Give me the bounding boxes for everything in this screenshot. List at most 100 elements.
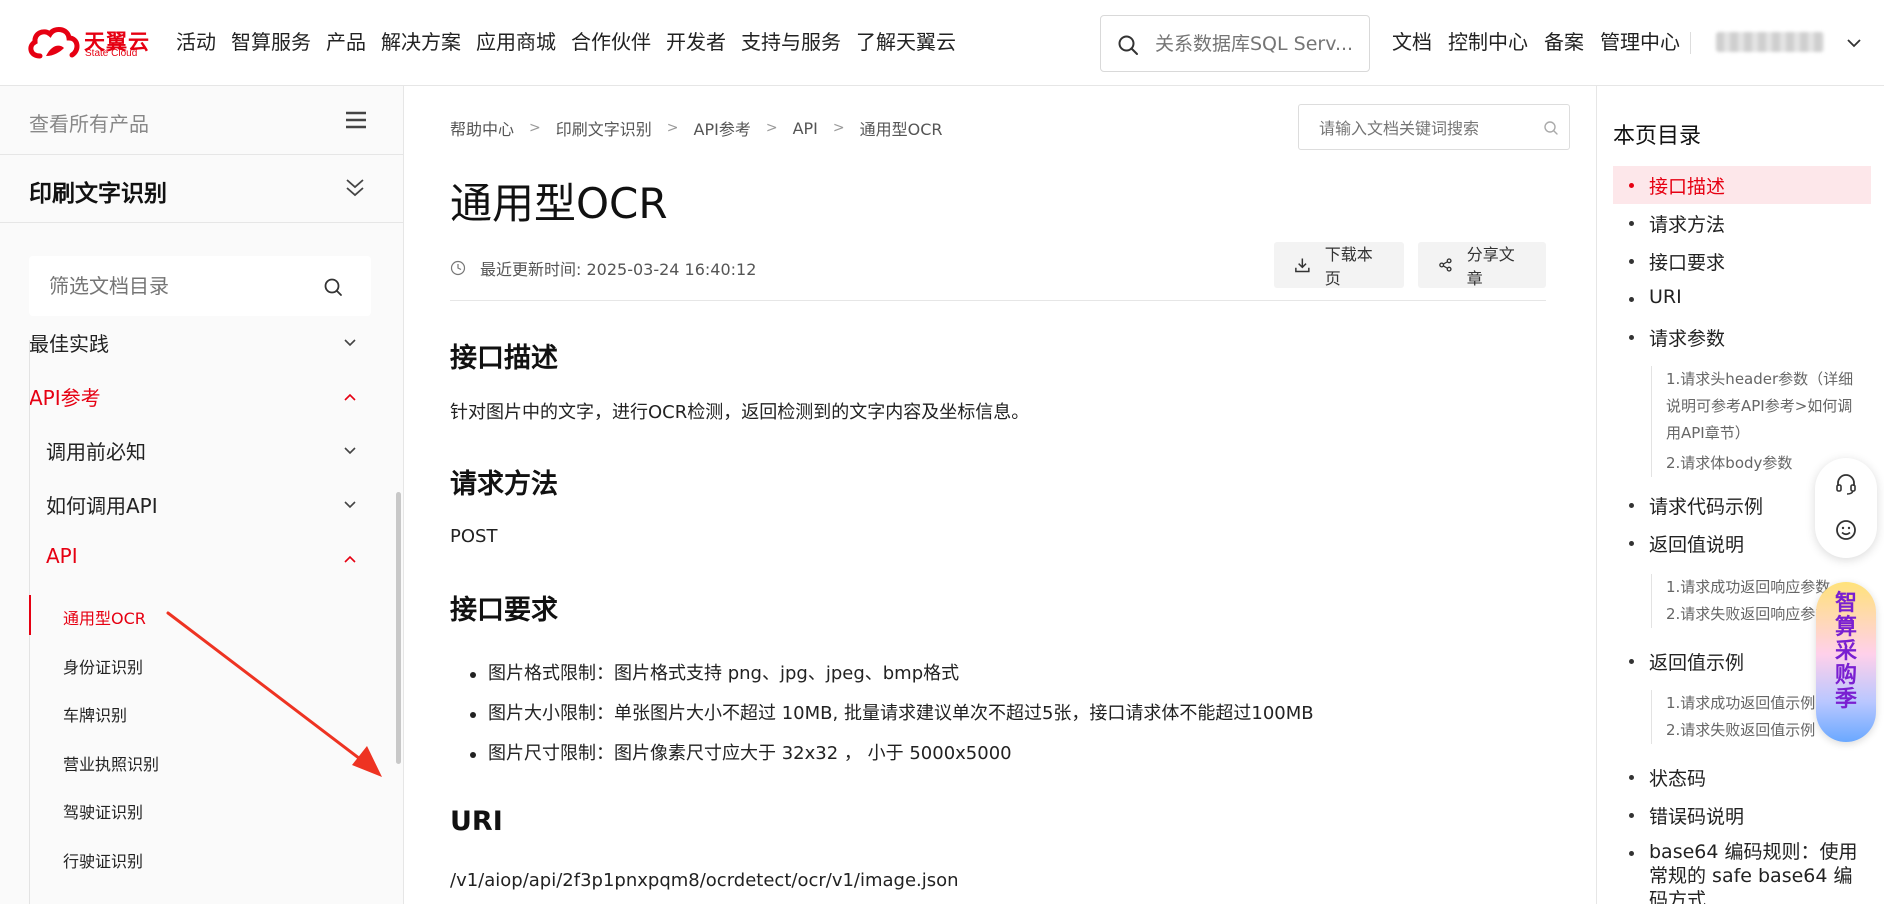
brand-logo[interactable]: 天翼云 State Cloud — [26, 24, 151, 62]
leaf-license-plate[interactable]: 车牌识别 — [30, 692, 392, 732]
doc-search-input[interactable] — [1319, 115, 1529, 141]
leaf-vehicle-license[interactable]: 行驶证识别 — [30, 838, 392, 878]
breadcrumb-help-center[interactable]: 帮助中心 — [450, 116, 514, 140]
last-updated: 最近更新时间: 2025-03-24 16:40:12 — [450, 256, 756, 280]
link-console[interactable]: 控制中心 — [1448, 28, 1528, 56]
chevron-down-icon[interactable] — [1845, 34, 1863, 52]
divider — [1690, 32, 1691, 54]
toc-item-requirements[interactable]: 接口要求 — [1613, 242, 1871, 280]
section-text-uri: /v1/aiop/api/2f3p1pnxpqm8/ocrdetect/ocr/… — [450, 870, 959, 891]
toc-item-label: 接口要求 — [1649, 252, 1726, 274]
section-title-uri: URI — [450, 806, 503, 837]
section-title-method: 请求方法 — [450, 469, 558, 500]
nav-item-solutions[interactable]: 解决方案 — [381, 28, 461, 56]
sidebar-scrollbar[interactable] — [396, 492, 401, 764]
leaf-driver-license[interactable]: 驾驶证识别 — [30, 789, 392, 829]
nav-item-developers[interactable]: 开发者 — [666, 28, 726, 56]
nav-item-partners[interactable]: 合作伙伴 — [571, 28, 651, 56]
toc-item-description[interactable]: 接口描述 — [1613, 166, 1871, 204]
toc-bullet — [1629, 541, 1634, 546]
nav-item-support[interactable]: 支持与服务 — [741, 28, 841, 56]
section-text-method: POST — [450, 526, 498, 547]
share-article-button[interactable]: 分享文章 — [1418, 242, 1546, 288]
breadcrumb-api[interactable]: API — [793, 119, 818, 138]
double-chevron-down-icon[interactable] — [344, 176, 366, 200]
promo-char: 算 — [1834, 615, 1857, 640]
download-page-button[interactable]: 下载本页 — [1274, 242, 1404, 288]
share-article-label: 分享文章 — [1466, 245, 1515, 288]
headset-icon[interactable] — [1834, 472, 1858, 496]
tree-item-best-practice[interactable]: 最佳实践 — [0, 334, 392, 356]
tree-item-api-reference[interactable]: API参考 — [0, 376, 392, 416]
toc-item-error-code[interactable]: 错误码说明 — [1613, 796, 1871, 834]
global-search-input[interactable] — [1155, 28, 1361, 60]
share-icon — [1439, 258, 1452, 272]
leaf-label: 车牌识别 — [63, 706, 128, 725]
toc-bullet — [1629, 851, 1634, 856]
download-page-label: 下载本页 — [1324, 245, 1373, 288]
toc-item-params[interactable]: 请求参数 — [1613, 318, 1871, 356]
toc-sub-item[interactable]: 1.请求头header参数（详细 — [1666, 366, 1873, 393]
smile-icon[interactable] — [1834, 518, 1858, 542]
menu-icon[interactable] — [344, 110, 368, 130]
leaf-label: 营业执照识别 — [63, 755, 160, 774]
toc-item-label: 接口描述 — [1649, 176, 1726, 198]
requirements-list: 图片格式限制：图片格式支持 png、jpg、jpeg、bmp格式 图片大小限制：… — [470, 654, 1314, 774]
toc-sub-item[interactable]: 说明可参考API参考>如何调 — [1666, 393, 1873, 420]
user-account-name[interactable] — [1716, 32, 1824, 52]
nav-item-about[interactable]: 了解天翼云 — [856, 28, 956, 56]
filter-box[interactable] — [29, 256, 371, 316]
doc-search[interactable] — [1298, 104, 1570, 150]
top-links: 文档 控制中心 备案 管理中心 — [1392, 28, 1696, 56]
leaf-general-ocr[interactable]: 通用型OCR — [29, 595, 392, 635]
promo-banner[interactable]: 智 算 采 购 季 — [1816, 582, 1876, 742]
leaf-id-card[interactable]: 身份证识别 — [30, 644, 392, 684]
link-filing[interactable]: 备案 — [1544, 28, 1584, 56]
toc-bullet — [1629, 659, 1634, 664]
doc-sidebar: 查看所有产品 印刷文字识别 最佳实践 API参考 调用前必知 如何调用API A… — [0, 86, 404, 904]
toc-item-status-code[interactable]: 状态码 — [1613, 758, 1871, 796]
leaf-business-license[interactable]: 营业执照识别 — [30, 741, 392, 781]
breadcrumb-product[interactable]: 印刷文字识别 — [556, 116, 652, 140]
nav-item-products[interactable]: 产品 — [326, 28, 366, 56]
toc-bullet — [1629, 259, 1634, 264]
breadcrumb-api-reference[interactable]: API参考 — [694, 116, 751, 140]
product-title: 印刷文字识别 — [29, 181, 167, 207]
divider — [450, 300, 1546, 301]
breadcrumb-current[interactable]: 通用型OCR — [860, 116, 943, 140]
global-search[interactable] — [1100, 15, 1370, 72]
active-indicator — [29, 595, 31, 635]
promo-char: 智 — [1834, 591, 1857, 616]
nav-item-activities[interactable]: 活动 — [176, 28, 216, 56]
toc-item-method[interactable]: 请求方法 — [1613, 204, 1871, 242]
filter-doc-input[interactable] — [49, 270, 309, 302]
tree-item-how-to-call-api[interactable]: 如何调用API — [0, 484, 392, 524]
tree-item-api[interactable]: API — [0, 538, 392, 578]
leaf-label: 驾驶证识别 — [63, 803, 144, 822]
list-item: 图片尺寸限制：图片像素尺寸应大于 32x32 ， 小于 5000x5000 — [470, 734, 1314, 774]
leaf-label: 通用型OCR — [63, 609, 146, 628]
leaf-label: 行驶证识别 — [63, 852, 144, 871]
list-item: 图片大小限制：单张图片大小不超过 10MB, 批量请求建议单次不超过5张，接口请… — [470, 694, 1314, 734]
nav-item-ai-compute[interactable]: 智算服务 — [231, 28, 311, 56]
search-icon[interactable] — [323, 277, 343, 297]
search-icon[interactable] — [1543, 120, 1559, 136]
link-management[interactable]: 管理中心 — [1600, 28, 1680, 56]
link-docs[interactable]: 文档 — [1392, 28, 1432, 56]
section-title-description: 接口描述 — [450, 343, 558, 374]
promo-text: 智 算 采 购 季 — [1816, 592, 1876, 712]
section-text-description: 针对图片中的文字，进行OCR检测，返回检测到的文字内容及坐标信息。 — [450, 402, 1030, 423]
toc-item-base64[interactable]: base64 编码规则：使用常规的 safe base64 编码方式 — [1649, 840, 1861, 904]
promo-char: 采 — [1834, 639, 1857, 664]
tree-item-before-calling[interactable]: 调用前必知 — [0, 430, 392, 470]
toc-item-uri[interactable]: URI — [1613, 280, 1871, 318]
divider — [0, 154, 403, 155]
promo-char: 购 — [1834, 663, 1857, 688]
toc-bullet — [1629, 297, 1634, 302]
view-all-products[interactable]: 查看所有产品 — [29, 108, 149, 137]
tree-item-label: API — [46, 544, 78, 568]
toc-bullet — [1629, 813, 1634, 818]
toc-sub-item[interactable]: 用API章节） — [1666, 420, 1873, 447]
tree-item-label: 如何调用API — [46, 494, 158, 518]
nav-item-app-market[interactable]: 应用商城 — [476, 28, 556, 56]
